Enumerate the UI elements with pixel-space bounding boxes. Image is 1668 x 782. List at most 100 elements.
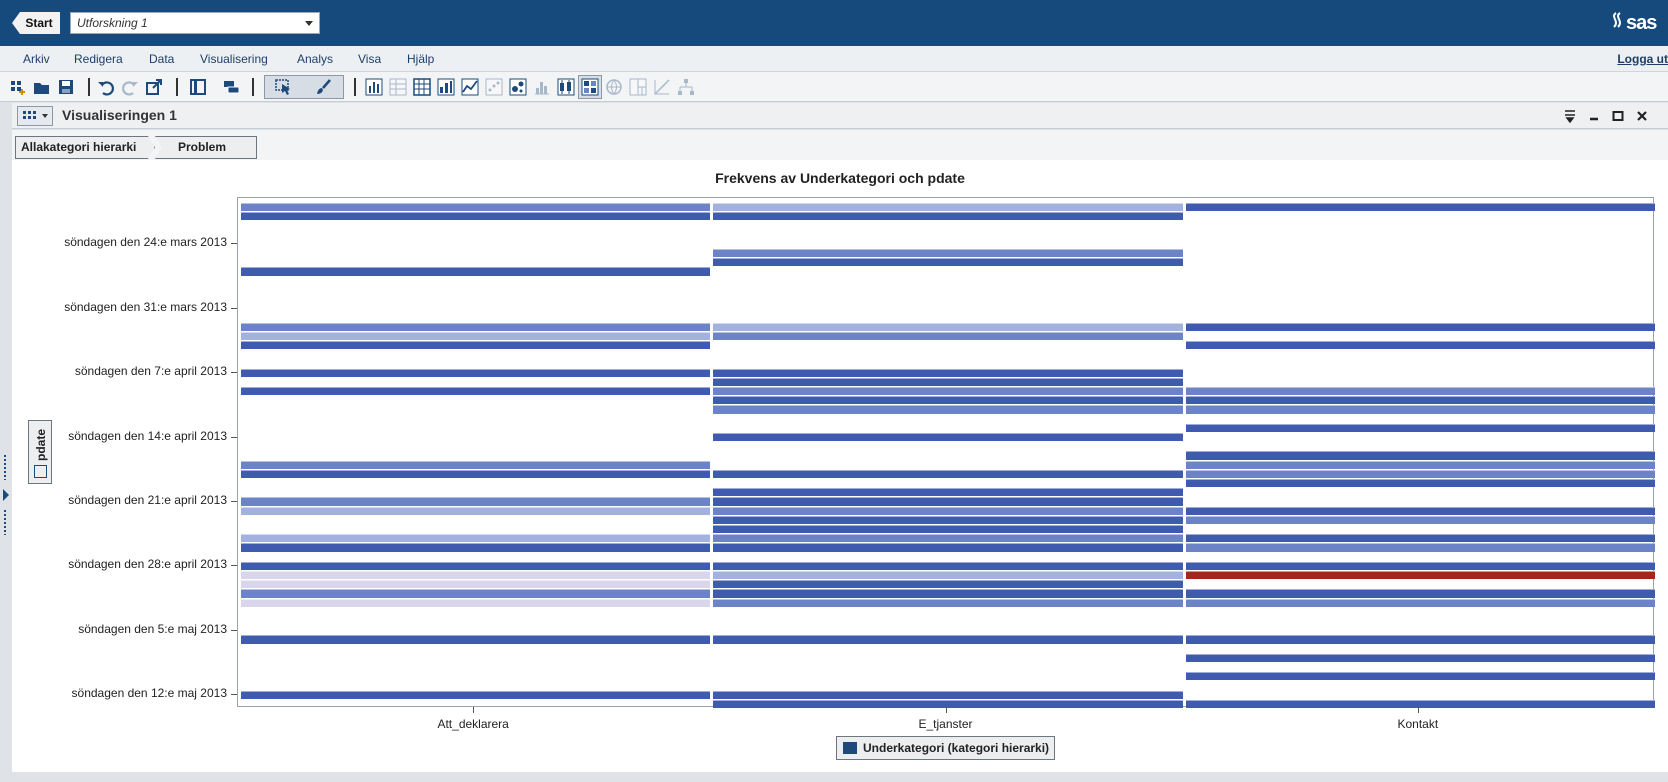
maximize-icon[interactable] [1610,108,1626,124]
start-button[interactable]: Start [12,12,60,34]
heatmap-cell[interactable] [713,212,1183,221]
heatmap-cell[interactable] [713,405,1183,414]
heatmap-cell[interactable] [1185,479,1655,488]
network-icon[interactable] [676,77,696,97]
heatmap-icon[interactable] [580,77,600,97]
heatmap-cell[interactable] [241,635,711,644]
visualization-menu-button[interactable] [17,106,53,126]
heatmap-cell[interactable] [241,598,711,607]
select-icon[interactable] [274,77,294,97]
correlation-icon[interactable] [652,77,672,97]
heatmap-cell[interactable] [713,635,1183,644]
heatmap-cell[interactable] [241,497,711,506]
heatmap-cell[interactable] [1185,653,1655,662]
export-icon[interactable] [144,77,164,97]
heatmap-cell[interactable] [241,506,711,515]
heatmap-cell[interactable] [241,571,711,580]
heatmap-cell[interactable] [241,331,711,340]
heatmap-cell[interactable] [1185,534,1655,543]
heatmap-cell[interactable] [241,368,711,377]
heatmap-cell[interactable] [241,267,711,276]
heatmap-cell[interactable] [241,460,711,469]
heatmap-cell[interactable] [241,690,711,699]
column-chart-icon[interactable] [436,77,456,97]
heatmap-cell[interactable] [713,525,1183,534]
heatmap-cell[interactable] [713,203,1183,212]
bottom-resize-bar[interactable] [12,772,1668,782]
logout-link[interactable]: Logga ut [1617,52,1668,66]
heatmap-cell[interactable] [241,341,711,350]
heatmap-cell[interactable] [713,488,1183,497]
heatmap-cell[interactable] [1185,589,1655,598]
heatmap-cell[interactable] [241,589,711,598]
heatmap-cell[interactable] [713,534,1183,543]
heatmap-cell[interactable] [713,258,1183,267]
table-icon[interactable] [388,77,408,97]
close-icon[interactable] [1634,108,1650,124]
heatmap-cell[interactable] [1185,469,1655,478]
layers-icon[interactable] [222,77,242,97]
heatmap-cell[interactable] [713,249,1183,258]
heatmap-cell[interactable] [1185,322,1655,331]
heatmap-cell[interactable] [713,387,1183,396]
heatmap-cell[interactable] [713,506,1183,515]
heatmap-cell[interactable] [1185,387,1655,396]
heatmap-cell[interactable] [1185,598,1655,607]
heatmap-cell[interactable] [1185,515,1655,524]
heatmap-cell[interactable] [1185,699,1655,708]
heatmap-cell[interactable] [713,469,1183,478]
heatmap-cell[interactable] [1185,635,1655,644]
bar-chart-icon[interactable] [364,77,384,97]
menu-analys[interactable]: Analys [297,52,333,66]
heatmap-cell[interactable] [1185,405,1655,414]
breadcrumb-item-problem[interactable]: Problem [155,136,257,159]
heatmap-cell[interactable] [713,690,1183,699]
geo-map-icon[interactable] [604,77,624,97]
redo-icon[interactable] [120,77,140,97]
heatmap-cell[interactable] [713,396,1183,405]
brush-icon[interactable] [314,77,334,97]
heatmap-cell[interactable] [713,368,1183,377]
open-icon[interactable] [32,77,52,97]
heatmap-cell[interactable] [1185,203,1655,212]
heatmap-cell[interactable] [241,212,711,221]
heatmap-cell[interactable] [1185,423,1655,432]
heatmap-cell[interactable] [713,515,1183,524]
heatmap-cell[interactable] [1185,672,1655,681]
heatmap-cell[interactable] [713,571,1183,580]
heatmap-cell[interactable] [241,543,711,552]
heatmap-cell[interactable] [713,598,1183,607]
x-role-button[interactable]: Underkategori (kategori hierarki) [836,736,1055,760]
menu-hjalp[interactable]: Hjälp [407,52,434,66]
line-chart-icon[interactable] [460,77,480,97]
side-panel-handle[interactable] [3,455,9,535]
heatmap-cell[interactable] [713,433,1183,442]
heatmap-cell[interactable] [713,589,1183,598]
heatmap-cell[interactable] [713,580,1183,589]
menu-redigera[interactable]: Redigera [74,52,123,66]
heatmap-cell[interactable] [713,331,1183,340]
treemap-icon[interactable] [628,77,648,97]
bubble-icon[interactable] [508,77,528,97]
heatmap-cell[interactable] [1185,506,1655,515]
collapse-icon[interactable] [1562,108,1578,124]
heatmap-plot-area[interactable] [237,197,1655,708]
heatmap-cell[interactable] [1185,543,1655,552]
heatmap-cell[interactable] [241,387,711,396]
heatmap-cell[interactable] [1185,451,1655,460]
scatter-icon[interactable] [484,77,504,97]
minimize-icon[interactable] [1586,108,1602,124]
heatmap-cell[interactable] [241,534,711,543]
heatmap-cell[interactable] [241,322,711,331]
heatmap-cell[interactable] [1185,396,1655,405]
heatmap-cell[interactable] [713,699,1183,708]
heatmap-cell[interactable] [713,322,1183,331]
heatmap-cell[interactable] [241,469,711,478]
heatmap-cell[interactable] [713,543,1183,552]
columns-icon[interactable] [188,77,208,97]
crosstab-icon[interactable] [412,77,432,97]
heatmap-cell[interactable] [241,580,711,589]
new-data-icon[interactable] [8,77,28,97]
menu-data[interactable]: Data [149,52,174,66]
heatmap-cell[interactable] [713,377,1183,386]
